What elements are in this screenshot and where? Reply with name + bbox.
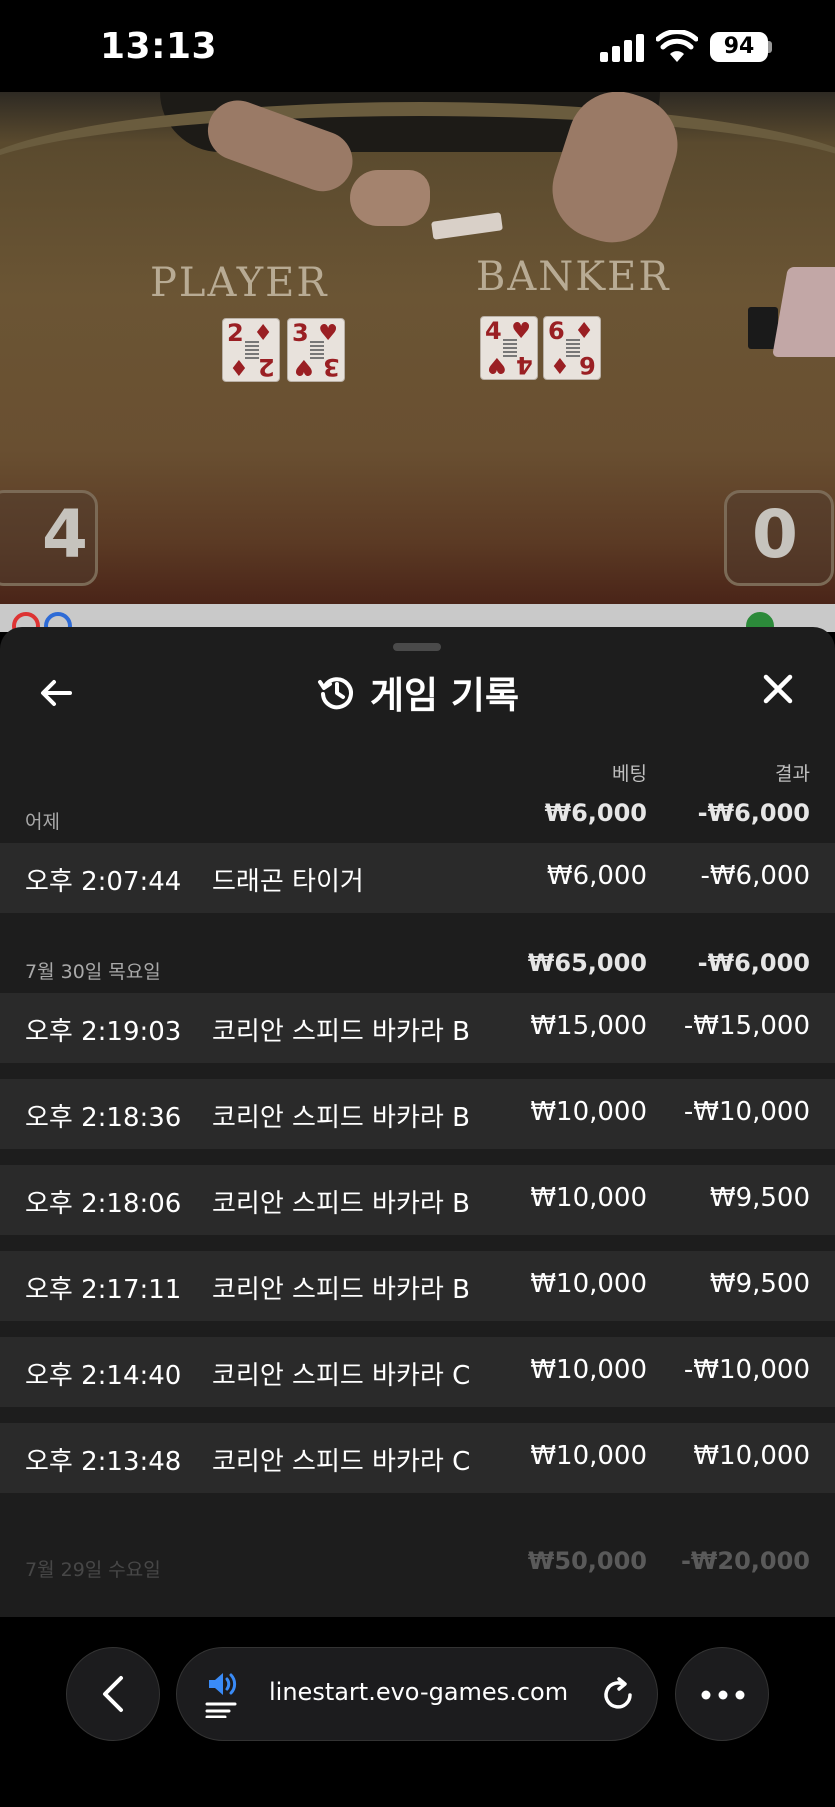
page-title: 게임 기록 xyxy=(369,674,520,717)
row-time: 오후 2:14:40 xyxy=(25,1361,182,1391)
history-row[interactable]: 오후 2:18:06 코리안 스피드 바카라 B ₩10,000 ₩9,500 xyxy=(0,1165,835,1235)
sheet-header: 게임 기록 xyxy=(0,667,835,717)
history-row[interactable]: 오후 2:19:03 코리안 스피드 바카라 B ₩15,000 -₩15,00… xyxy=(0,993,835,1063)
browser-toolbar: linestart.evo-games.com xyxy=(0,1617,835,1807)
card-suit: ♦ xyxy=(550,352,570,377)
banker-card-1: 4 ♥ 4 ♥ xyxy=(480,316,538,380)
chevron-left-icon xyxy=(103,1676,123,1712)
group-header: 7월 29일 수요일 ₩50,000 -₩20,000 xyxy=(0,1543,835,1591)
row-game: 드래곤 타이거 xyxy=(212,867,364,897)
card-suit: ♦ xyxy=(229,354,249,379)
history-row[interactable]: 오후 2:07:44 드래곤 타이거 ₩6,000 -₩6,000 xyxy=(0,843,835,913)
history-row[interactable]: 오후 2:14:40 코리안 스피드 바카라 C ₩10,000 -₩10,00… xyxy=(0,1337,835,1407)
row-result: ₩9,500 xyxy=(709,1269,810,1299)
reload-icon[interactable] xyxy=(599,1676,637,1714)
column-header-bet: 베팅 xyxy=(612,763,647,785)
row-bet: ₩15,000 xyxy=(530,1011,647,1041)
group-bet-total: ₩50,000 xyxy=(527,1547,647,1575)
row-result: -₩15,000 xyxy=(683,1011,810,1041)
banker-card-2: 6 ♦ 6 ♦ xyxy=(543,316,601,380)
player-score: 4 xyxy=(42,496,88,573)
card-rank: 3 xyxy=(292,319,309,347)
row-time: 오후 2:18:36 xyxy=(25,1103,182,1133)
card-suit: ♥ xyxy=(294,354,314,379)
speaker-icon[interactable] xyxy=(205,1670,241,1718)
status-bar: 13:13 94 xyxy=(0,0,835,92)
group-header: 7월 30일 목요일 ₩65,000 -₩6,000 xyxy=(0,945,835,993)
row-result: -₩6,000 xyxy=(700,861,810,891)
card-rank: 4 xyxy=(485,317,502,345)
row-game: 코리안 스피드 바카라 B xyxy=(212,1017,470,1047)
row-bet: ₩10,000 xyxy=(530,1183,647,1213)
card-rank: 4 xyxy=(516,351,533,379)
history-row[interactable]: 오후 2:17:11 코리안 스피드 바카라 B ₩10,000 ₩9,500 xyxy=(0,1251,835,1321)
group-bet-total: ₩6,000 xyxy=(544,799,647,827)
row-time: 오후 2:13:48 xyxy=(25,1447,182,1477)
row-game: 코리안 스피드 바카라 B xyxy=(212,1275,470,1305)
banker-label: BANKER xyxy=(476,254,671,300)
cellular-signal-icon xyxy=(600,34,646,62)
row-bet: ₩10,000 xyxy=(530,1097,647,1127)
close-icon[interactable] xyxy=(758,669,798,709)
player-card-2: 3 ♥ 3 ♥ xyxy=(287,318,345,382)
row-game: 코리안 스피드 바카라 C xyxy=(212,1447,471,1477)
card-suit: ♥ xyxy=(487,352,507,377)
banker-score: 0 xyxy=(752,496,798,573)
row-result: -₩10,000 xyxy=(683,1355,810,1385)
group-result-total: -₩6,000 xyxy=(697,949,810,977)
history-row[interactable]: 오후 2:13:48 코리안 스피드 바카라 C ₩10,000 ₩10,000 xyxy=(0,1423,835,1493)
card-rank: 2 xyxy=(227,319,244,347)
group-result-total: -₩6,000 xyxy=(697,799,810,827)
group-date-label: 어제 xyxy=(25,811,60,833)
battery-indicator: 94 xyxy=(710,32,768,62)
browser-more-button[interactable] xyxy=(675,1647,769,1741)
url-text: linestart.evo-games.com xyxy=(269,1678,569,1706)
row-time: 오후 2:18:06 xyxy=(25,1189,182,1219)
row-time: 오후 2:07:44 xyxy=(25,867,182,897)
row-game: 코리안 스피드 바카라 C xyxy=(212,1361,471,1391)
row-game: 코리안 스피드 바카라 B xyxy=(212,1189,470,1219)
row-bet: ₩10,000 xyxy=(530,1441,647,1471)
column-header-result: 결과 xyxy=(775,763,810,785)
player-label: PLAYER xyxy=(150,260,329,306)
group-bet-total: ₩65,000 xyxy=(527,949,647,977)
battery-nub xyxy=(768,41,772,53)
card-shoe xyxy=(772,267,835,357)
row-result: -₩10,000 xyxy=(683,1097,810,1127)
more-icon xyxy=(701,1690,745,1700)
history-row[interactable]: 오후 2:18:36 코리안 스피드 바카라 B ₩10,000 -₩10,00… xyxy=(0,1079,835,1149)
row-time: 오후 2:17:11 xyxy=(25,1275,182,1305)
row-bet: ₩6,000 xyxy=(546,861,647,891)
row-time: 오후 2:19:03 xyxy=(25,1017,182,1047)
player-card-1: 2 ♦ 2 ♦ xyxy=(222,318,280,382)
row-result: ₩9,500 xyxy=(709,1183,810,1213)
group-date-label: 7월 29일 수요일 xyxy=(25,1559,161,1581)
card-rank: 6 xyxy=(579,351,596,379)
row-game: 코리안 스피드 바카라 B xyxy=(212,1103,470,1133)
card-rank: 6 xyxy=(548,317,565,345)
browser-back-button[interactable] xyxy=(66,1647,160,1741)
address-bar[interactable]: linestart.evo-games.com xyxy=(176,1647,658,1741)
status-time: 13:13 xyxy=(100,26,218,67)
game-history-sheet: 게임 기록 베팅 결과 어제 ₩6,000 -₩6,000 오후 2:07:44… xyxy=(0,627,835,1617)
row-bet: ₩10,000 xyxy=(530,1269,647,1299)
card-rank: 3 xyxy=(323,353,340,381)
group-result-total: -₩20,000 xyxy=(680,1547,810,1575)
row-bet: ₩10,000 xyxy=(530,1355,647,1385)
group-header: 어제 ₩6,000 -₩6,000 xyxy=(0,795,835,843)
dealer-hand-left xyxy=(350,170,430,226)
card-rank: 2 xyxy=(258,353,275,381)
live-game-view[interactable]: PLAYER BANKER 2 ♦ 2 ♦ 3 ♥ 3 ♥ 4 ♥ 4 ♥ 6 … xyxy=(0,92,835,604)
row-result: ₩10,000 xyxy=(693,1441,810,1471)
history-icon xyxy=(317,677,353,710)
wifi-icon xyxy=(656,30,698,62)
sheet-grabber[interactable] xyxy=(393,643,441,651)
group-date-label: 7월 30일 목요일 xyxy=(25,961,161,983)
